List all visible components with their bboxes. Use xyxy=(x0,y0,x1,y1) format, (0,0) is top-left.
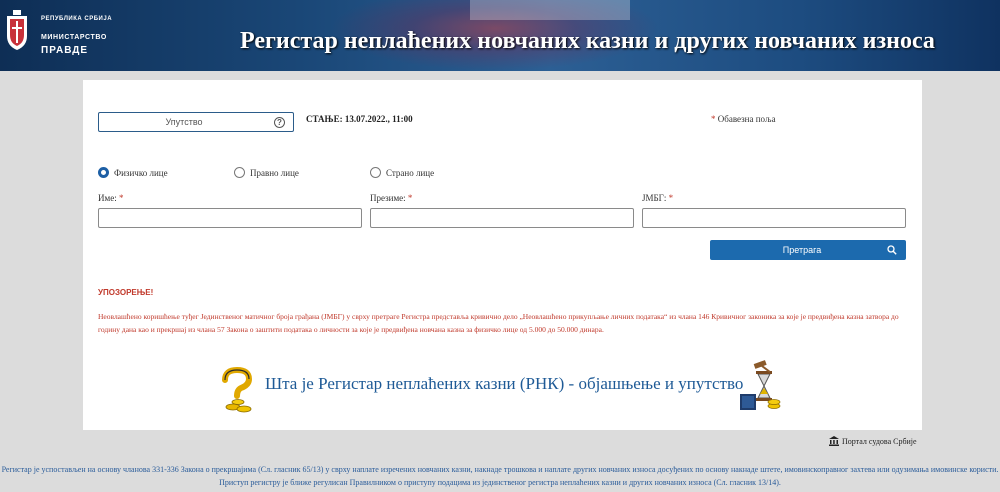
radio-legal-entity[interactable]: Правно лице xyxy=(234,167,299,178)
required-star: * xyxy=(668,193,674,203)
explanation-banner[interactable]: Шта је Регистар неплаћених казни (РНК) -… xyxy=(213,360,793,416)
state-timestamp: СТАЊЕ: 13.07.2022., 11:00 xyxy=(306,114,413,124)
jmbg-label: ЈМБГ: * xyxy=(642,193,673,203)
warning-text: Неовлашћено коришћење туђег Јединственог… xyxy=(98,312,899,334)
radio-foreign-person[interactable]: Страно лице xyxy=(370,167,434,178)
required-star: * xyxy=(118,193,124,203)
required-fields-note: * Обавезна поља xyxy=(711,114,776,124)
footer-legal-text: Регистар је успостављен на основу чланов… xyxy=(1,465,999,487)
first-name-label-text: Име: xyxy=(98,193,117,203)
radio-label: Физичко лице xyxy=(114,167,168,178)
search-card: Упутство ? СТАЊЕ: 13.07.2022., 11:00 * О… xyxy=(83,80,922,430)
required-star: * xyxy=(711,114,716,124)
page-title: Регистар неплаћених новчаних казни и дру… xyxy=(240,28,935,54)
coat-of-arms-icon xyxy=(7,10,27,50)
radio-selected-indicator[interactable] xyxy=(98,167,109,178)
last-name-label: Презиме: * xyxy=(370,193,412,203)
search-icon xyxy=(887,245,897,255)
radio-indicator[interactable] xyxy=(370,167,381,178)
flag-stripe xyxy=(470,0,630,20)
help-button[interactable]: Упутство ? xyxy=(98,112,294,132)
republic-label: РЕПУБЛИКА СРБИЈА xyxy=(41,16,113,22)
radio-natural-person[interactable]: Физичко лице xyxy=(98,167,168,178)
justice-label: ПРАВДЕ xyxy=(41,45,89,56)
courts-portal-link[interactable]: Портал судова Србије xyxy=(829,436,917,446)
courts-portal-label[interactable]: Портал судова Србије xyxy=(842,437,917,446)
required-fields-label: Обавезна поља xyxy=(717,114,776,124)
question-mark-coins-icon xyxy=(222,366,253,413)
search-button[interactable]: Претрага xyxy=(710,240,906,260)
last-name-input[interactable] xyxy=(370,208,634,228)
explanation-link[interactable]: Шта је Регистар неплаћених казни (РНК) -… xyxy=(265,374,743,394)
radio-indicator[interactable] xyxy=(234,167,245,178)
first-name-input[interactable] xyxy=(98,208,362,228)
search-button-label: Претрага xyxy=(782,245,822,255)
required-star: * xyxy=(407,193,413,203)
ministry-label: МИНИСТАРСТВО xyxy=(41,34,107,41)
radio-label: Правно лице xyxy=(250,167,299,178)
site-header: РЕПУБЛИКА СРБИЈА МИНИСТАРСТВО ПРАВДЕ Рег… xyxy=(0,0,1000,71)
gavel-hourglass-icon xyxy=(740,360,781,410)
question-icon: ? xyxy=(274,117,285,128)
help-button-label: Упутство xyxy=(165,117,203,127)
courthouse-icon xyxy=(829,436,839,446)
radio-label: Страно лице xyxy=(386,167,435,178)
last-name-label-text: Презиме: xyxy=(370,193,406,203)
first-name-label: Име: * xyxy=(98,193,123,203)
jmbg-input[interactable] xyxy=(642,208,906,228)
jmbg-label-text: ЈМБГ: xyxy=(642,193,667,203)
warning-title: УПОЗОРЕЊЕ! xyxy=(98,288,154,297)
